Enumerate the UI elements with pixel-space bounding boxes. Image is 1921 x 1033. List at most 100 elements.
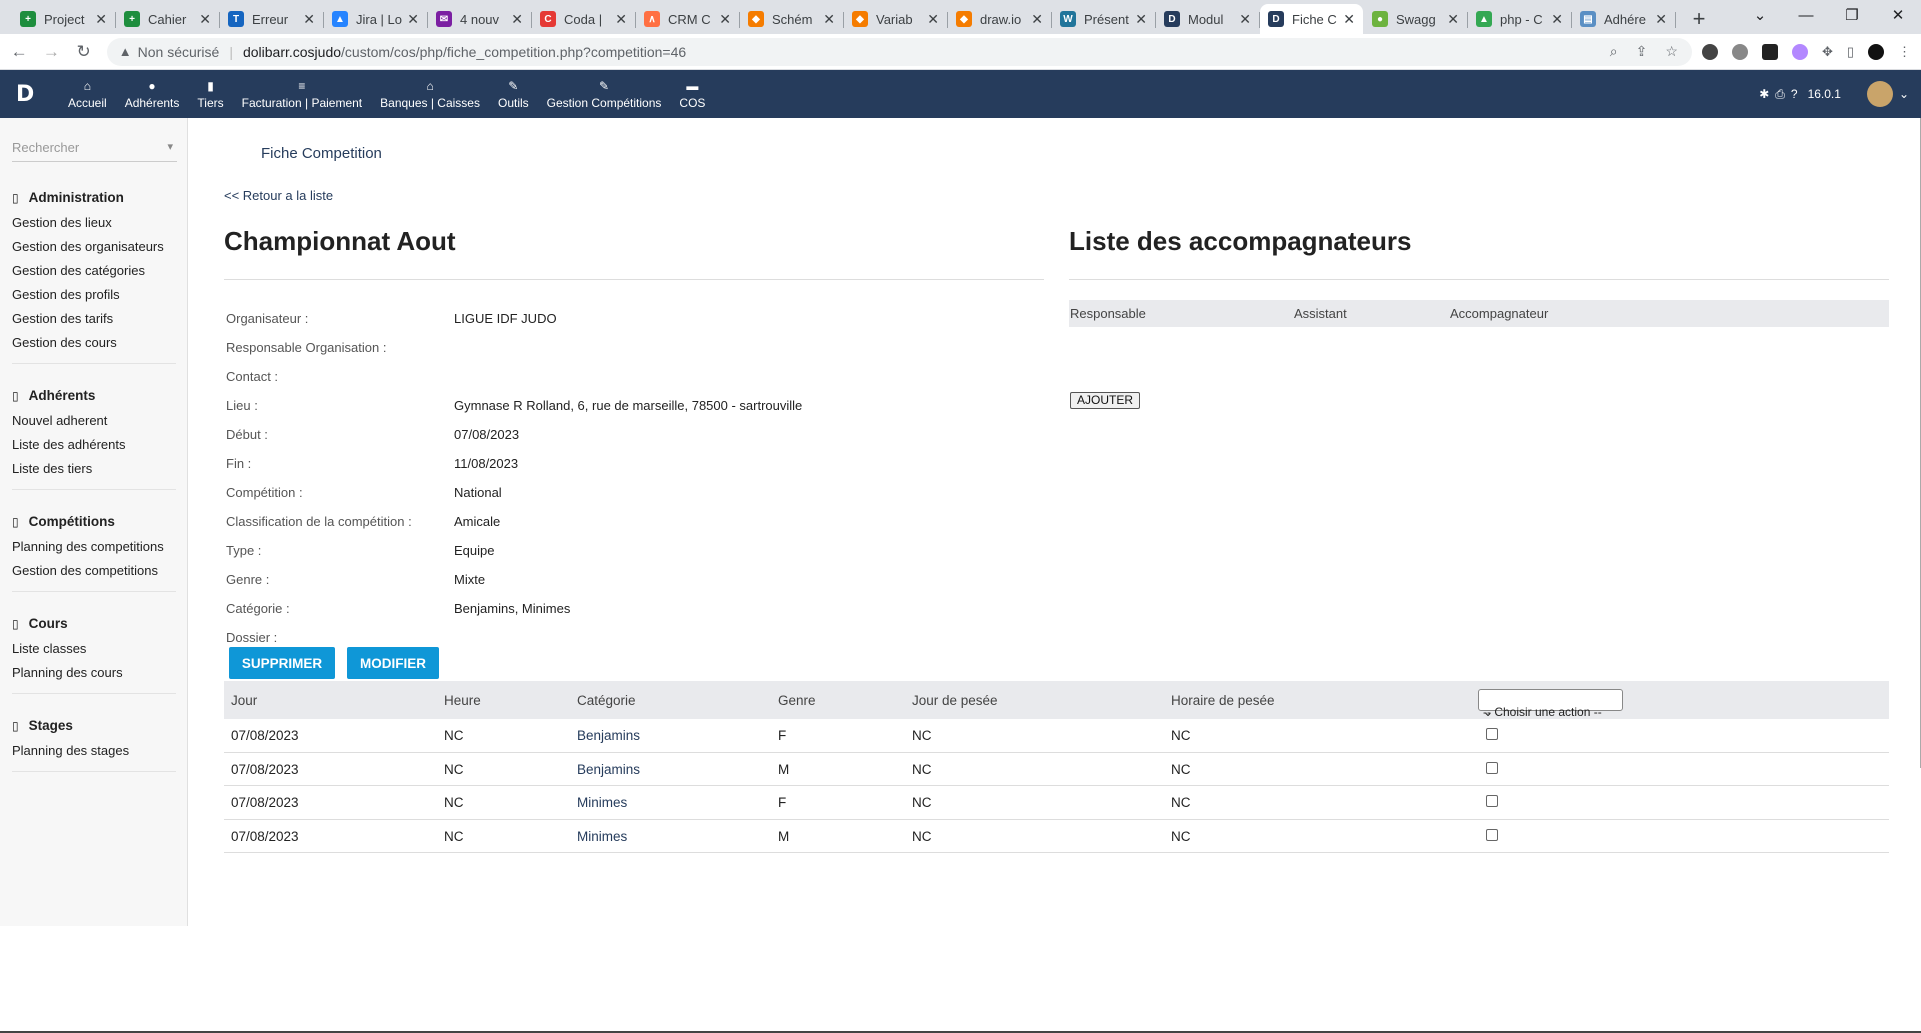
browser-tab[interactable]: ∧ CRM C ✕ — [636, 4, 740, 34]
close-window-icon[interactable]: ✕ — [1875, 0, 1921, 30]
browser-tab[interactable]: W Présent ✕ — [1052, 4, 1156, 34]
cell-categorie[interactable]: Benjamins — [577, 728, 640, 743]
profile-icon[interactable] — [1868, 43, 1884, 60]
address-bar[interactable]: ▲ Non sécurisé | dolibarr.cosjudo/custom… — [106, 37, 1692, 66]
share-icon[interactable]: ⇪ — [1636, 43, 1648, 60]
sidebar-item[interactable]: Planning des stages — [0, 739, 187, 763]
close-tab-icon[interactable]: ✕ — [199, 11, 211, 28]
close-tab-icon[interactable]: ✕ — [615, 11, 627, 28]
sidebar-item[interactable]: Planning des cours — [0, 661, 187, 685]
sidebar-item[interactable]: Planning des competitions — [0, 535, 187, 559]
delete-button[interactable]: SUPPRIMER — [229, 647, 335, 679]
add-accompagnateur-button[interactable]: AJOUTER — [1070, 392, 1141, 409]
sidebar-section-title[interactable]: ▯ Cours — [0, 616, 187, 631]
extension-icon[interactable] — [1701, 43, 1718, 60]
browser-tab[interactable]: + Cahier ✕ — [116, 4, 220, 34]
sidebar-item[interactable]: Gestion des tarifs — [0, 307, 187, 331]
bookmark-star-icon[interactable]: ☆ — [1665, 43, 1678, 60]
dolibarr-logo[interactable]: D — [16, 82, 40, 107]
close-tab-icon[interactable]: ✕ — [1239, 11, 1251, 28]
sidebar-item[interactable]: Gestion des cours — [0, 331, 187, 355]
close-tab-icon[interactable]: ✕ — [1551, 11, 1563, 28]
search-select[interactable]: Rechercher — [12, 140, 177, 162]
bug-icon[interactable]: ✱ — [1759, 87, 1769, 101]
close-tab-icon[interactable]: ✕ — [407, 11, 419, 28]
mass-action-select[interactable]: -- Choisir une action -- ⌄ — [1478, 689, 1623, 719]
row-checkbox[interactable] — [1486, 761, 1498, 774]
menu-item-accueil[interactable]: ⌂ Accueil — [62, 78, 113, 110]
warning-icon[interactable]: ▲ — [119, 44, 132, 59]
sidebar-section-title[interactable]: ▯ Administration — [0, 190, 187, 205]
browser-tab[interactable]: ▤ Adhére ✕ — [1572, 4, 1676, 34]
back-to-list-link[interactable]: << Retour a la liste — [224, 188, 333, 203]
browser-tab[interactable]: ◆ Schém ✕ — [740, 4, 844, 34]
browser-tab[interactable]: ▲ Jira | Lo ✕ — [324, 4, 428, 34]
forward-arrow-icon[interactable]: → — [38, 42, 64, 62]
browser-tab[interactable]: ● Swagg ✕ — [1364, 4, 1468, 34]
close-tab-icon[interactable]: ✕ — [1447, 11, 1459, 28]
browser-tab[interactable]: + Project ✕ — [12, 4, 116, 34]
browser-tab[interactable]: ▲ php - C ✕ — [1468, 4, 1572, 34]
close-tab-icon[interactable]: ✕ — [1343, 11, 1355, 28]
sidebar-section-title[interactable]: ▯ Compétitions — [0, 514, 187, 529]
tab-fiche-competition[interactable]: Fiche Competition — [261, 145, 382, 162]
browser-tab[interactable]: D Fiche C ✕ — [1260, 4, 1363, 34]
menu-item-cos[interactable]: ▬ COS — [673, 78, 711, 110]
extension-icon[interactable] — [1761, 43, 1778, 60]
sidebar-item[interactable]: Gestion des competitions — [0, 559, 187, 583]
sidebar-item[interactable]: Liste classes — [0, 637, 187, 661]
browser-tab[interactable]: T Erreur ✕ — [220, 4, 324, 34]
tab-search-icon[interactable]: ⌄ — [1737, 0, 1783, 30]
close-tab-icon[interactable]: ✕ — [95, 11, 107, 28]
help-icon[interactable]: ? — [1791, 87, 1798, 101]
sidebar-item[interactable]: Liste des adhérents — [0, 433, 187, 457]
sidepanel-icon[interactable]: ▯ — [1847, 44, 1854, 60]
row-checkbox[interactable] — [1486, 795, 1498, 807]
minimize-icon[interactable]: — — [1783, 0, 1829, 30]
close-tab-icon[interactable]: ✕ — [1135, 11, 1147, 28]
sidebar-item[interactable]: Gestion des lieux — [0, 211, 187, 235]
cell-categorie[interactable]: Minimes — [577, 829, 627, 844]
sidebar-item[interactable]: Nouvel adherent — [0, 409, 187, 433]
menu-item-outils[interactable]: ✎ Outils — [492, 78, 535, 110]
menu-item-adh-rents[interactable]: ● Adhérents — [119, 78, 186, 110]
close-tab-icon[interactable]: ✕ — [303, 11, 315, 28]
menu-item-banques-caisses[interactable]: ⌂ Banques | Caisses — [374, 78, 486, 110]
menu-dots-icon[interactable]: ⋮ — [1898, 44, 1911, 60]
zoom-icon[interactable]: ⌕ — [1610, 43, 1618, 60]
sidebar-item[interactable]: Liste des tiers — [0, 457, 187, 481]
close-tab-icon[interactable]: ✕ — [823, 11, 835, 28]
cell-categorie[interactable]: Minimes — [577, 795, 627, 810]
sidebar-item[interactable]: Gestion des profils — [0, 283, 187, 307]
browser-tab[interactable]: ◆ Variab ✕ — [844, 4, 948, 34]
chevron-down-icon[interactable]: ⌄ — [1899, 87, 1909, 101]
modify-button[interactable]: MODIFIER — [347, 647, 439, 679]
adblock-icon[interactable] — [1731, 43, 1748, 60]
browser-tab[interactable]: ✉ 4 nouv ✕ — [428, 4, 532, 34]
row-checkbox[interactable] — [1486, 728, 1498, 740]
reload-icon[interactable]: ↻ — [71, 42, 97, 62]
browser-tab[interactable]: D Modul ✕ — [1156, 4, 1260, 34]
new-tab-button[interactable]: + — [1684, 4, 1714, 34]
sidebar-section-title[interactable]: ▯ Adhérents — [0, 388, 187, 403]
close-tab-icon[interactable]: ✕ — [719, 11, 731, 28]
sidebar-item[interactable]: Gestion des catégories — [0, 259, 187, 283]
close-tab-icon[interactable]: ✕ — [1031, 11, 1043, 28]
close-tab-icon[interactable]: ✕ — [927, 11, 939, 28]
menu-item-tiers[interactable]: ▮ Tiers — [191, 78, 229, 110]
extension-icon[interactable] — [1791, 43, 1808, 60]
menu-item-facturation-paiement[interactable]: ≡ Facturation | Paiement — [236, 78, 369, 110]
sidebar-item[interactable]: Gestion des organisateurs — [0, 235, 187, 259]
security-label[interactable]: Non sécurisé — [138, 44, 220, 60]
browser-tab[interactable]: C Coda | ✕ — [532, 4, 636, 34]
cell-categorie[interactable]: Benjamins — [577, 762, 640, 777]
print-icon[interactable]: ⎙ — [1775, 87, 1785, 102]
close-tab-icon[interactable]: ✕ — [511, 11, 523, 28]
puzzle-icon[interactable]: ✥ — [1822, 44, 1833, 60]
back-arrow-icon[interactable]: ← — [6, 42, 32, 62]
menu-item-gestion-comp-titions[interactable]: ✎ Gestion Compétitions — [541, 78, 668, 110]
avatar[interactable] — [1866, 81, 1893, 107]
sidebar-section-title[interactable]: ▯ Stages — [0, 718, 187, 733]
row-checkbox[interactable] — [1486, 828, 1498, 841]
restore-icon[interactable]: ❐ — [1829, 0, 1875, 30]
